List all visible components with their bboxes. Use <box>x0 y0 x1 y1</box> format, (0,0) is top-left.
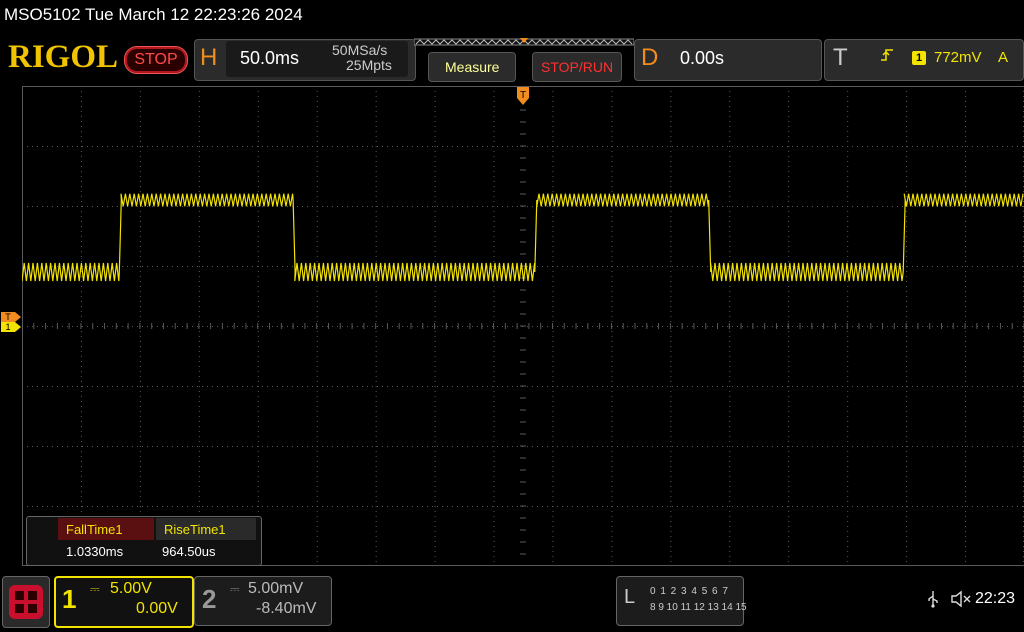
grid-lines <box>22 86 1024 566</box>
stop-run-button[interactable]: STOP/RUN <box>532 52 622 82</box>
sample-rate: 50MSa/s <box>332 42 388 58</box>
delay-label: D <box>641 44 659 71</box>
speaker-mute-icon[interactable] <box>950 590 972 613</box>
measurement-header-rise: RiseTime1 <box>156 518 256 540</box>
dc-coupling-icon: ⎓ <box>90 582 100 596</box>
measure-label: Measure <box>445 59 500 75</box>
dc-coupling-icon: ⎓ <box>230 582 240 596</box>
trigger-position-label: T <box>520 90 526 101</box>
trigger-position-marker[interactable]: T <box>516 86 530 106</box>
measure-button[interactable]: Measure <box>428 52 516 82</box>
fall-time-value: 1.0330ms <box>66 544 124 559</box>
menu-grid-button[interactable] <box>2 576 50 628</box>
logic-analyzer-label: L <box>624 586 636 608</box>
measurement-header-fall: FallTime1 <box>58 518 154 540</box>
trigger-level: 772mV <box>934 49 982 66</box>
grid-menu-icon <box>9 585 43 619</box>
channel1-ground-marker[interactable]: 1 <box>0 320 22 334</box>
stop-run-label: STOP/RUN <box>541 59 614 75</box>
channel1-scale: 5.00V <box>110 580 152 597</box>
rise-time-value: 964.50us <box>162 544 216 559</box>
title-text: MSO5102 Tue March 12 22:23:26 2024 <box>4 5 303 24</box>
usb-icon[interactable] <box>926 590 940 613</box>
fall-time-label: FallTime1 <box>66 522 123 537</box>
channel1-number: 1 <box>62 584 77 614</box>
channel2-scale: 5.00mV <box>248 580 304 597</box>
rising-edge-icon <box>880 48 894 66</box>
rigol-logo: RIGOL <box>8 39 119 75</box>
logic-channels-row2: 8 9 10 11 12 13 14 15 <box>650 602 747 613</box>
delay-panel[interactable] <box>634 39 822 81</box>
channel2-number: 2 <box>202 584 217 614</box>
channel2-offset: -8.40mV <box>256 600 317 617</box>
waveform-graticule[interactable] <box>22 86 1024 566</box>
memory-depth: 25Mpts <box>346 57 392 73</box>
channel1-ground-label: 1 <box>5 322 10 332</box>
delay-value: 0.00s <box>680 48 725 68</box>
channel1-offset: 0.00V <box>136 600 178 617</box>
trigger-mode: A <box>998 49 1009 66</box>
trigger-source-badge: 1 <box>912 51 926 65</box>
title-bar: MSO5102 Tue March 12 22:23:26 2024 <box>0 0 1024 30</box>
clock: 22:23 <box>975 590 1016 607</box>
waveform-position-bar <box>414 38 634 46</box>
run-state-badge[interactable]: STOP <box>124 46 188 74</box>
trigger-label: T <box>833 44 848 71</box>
logic-channels-row1: 0 1 2 3 4 5 6 7 <box>650 586 729 597</box>
horizontal-label: H <box>200 44 218 71</box>
timebase-value: 50.0ms <box>240 48 300 68</box>
logic-analyzer-panel[interactable] <box>616 576 744 626</box>
rise-time-label: RiseTime1 <box>164 522 226 537</box>
